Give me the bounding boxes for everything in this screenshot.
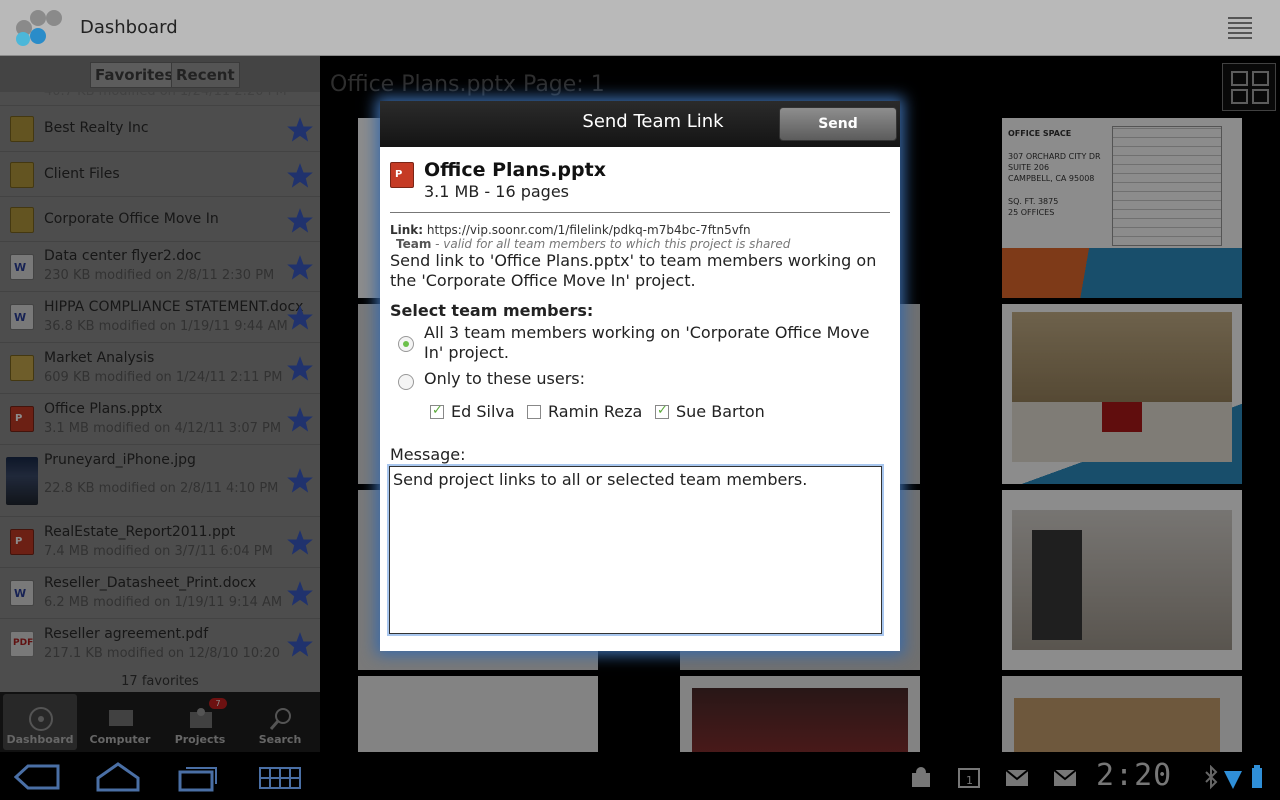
powerpoint-icon: P <box>390 162 414 188</box>
radio-all-members[interactable] <box>398 336 414 352</box>
overflow-menu-icon[interactable] <box>1228 17 1252 39</box>
dialog-header: Send Team Link Send <box>380 101 900 147</box>
dialog-description: Send link to 'Office Plans.pptx' to team… <box>390 251 877 290</box>
status-clock: 2:20 <box>1096 758 1173 793</box>
svg-text:1: 1 <box>966 774 973 787</box>
app-title: Dashboard <box>80 17 178 38</box>
radio-only-label[interactable]: Only to these users: <box>424 369 585 389</box>
member-label[interactable]: Ed Silva <box>451 402 515 421</box>
team-label: Team <box>396 237 432 251</box>
top-action-bar: Dashboard <box>0 0 1280 56</box>
member-label[interactable]: Sue Barton <box>676 402 765 421</box>
app-root: Dashboard Office Plans.pptx Page: 1 OFFI… <box>0 0 1280 800</box>
gmail-icon <box>1053 769 1077 786</box>
calendar-icon: 1 <box>958 768 980 788</box>
message-label: Message: <box>390 445 466 464</box>
radio-only-users[interactable] <box>398 374 414 390</box>
select-members-header: Select team members: <box>390 301 594 320</box>
radio-all-label[interactable]: All 3 team members working on 'Corporate… <box>424 323 884 363</box>
checkbox-sue-barton[interactable] <box>655 403 669 419</box>
message-textarea[interactable]: Send project links to all or selected te… <box>387 464 884 636</box>
team-note: Team - valid for all team members to whi… <box>396 237 790 251</box>
link-label: Link: <box>390 223 424 237</box>
checkbox-ed-silva[interactable] <box>430 403 444 419</box>
home-icon[interactable] <box>94 762 142 792</box>
link-url[interactable]: https://vip.soonr.com/1/filelink/pdkq-m7… <box>427 223 751 237</box>
battery-icon <box>1252 765 1262 788</box>
link-line: Link: https://vip.soonr.com/1/filelink/p… <box>390 223 751 237</box>
signal-icon <box>1224 771 1242 789</box>
send-button[interactable]: Send <box>779 107 897 141</box>
member-label[interactable]: Ramin Reza <box>548 402 642 421</box>
dialog-file-size: 3.1 MB - 16 pages <box>424 182 569 201</box>
team-note-text: - valid for all team members to which th… <box>431 237 791 251</box>
android-debug-icon <box>912 767 930 787</box>
recent-apps-icon[interactable] <box>176 764 220 794</box>
dialog-file-name: Office Plans.pptx <box>424 159 606 181</box>
gmail-icon <box>1005 769 1029 786</box>
dialog-body: P Office Plans.pptx 3.1 MB - 16 pages Li… <box>380 147 900 651</box>
back-icon[interactable] <box>14 764 64 794</box>
send-team-link-dialog: Send Team Link Send P Office Plans.pptx … <box>380 101 900 651</box>
app-logo-icon[interactable] <box>16 10 66 46</box>
bluetooth-icon <box>1205 765 1218 790</box>
checkbox-ramin-reza[interactable] <box>527 405 541 419</box>
keyboard-icon[interactable] <box>258 764 302 794</box>
system-bar: 1 <box>0 752 1280 800</box>
divider <box>390 212 890 213</box>
